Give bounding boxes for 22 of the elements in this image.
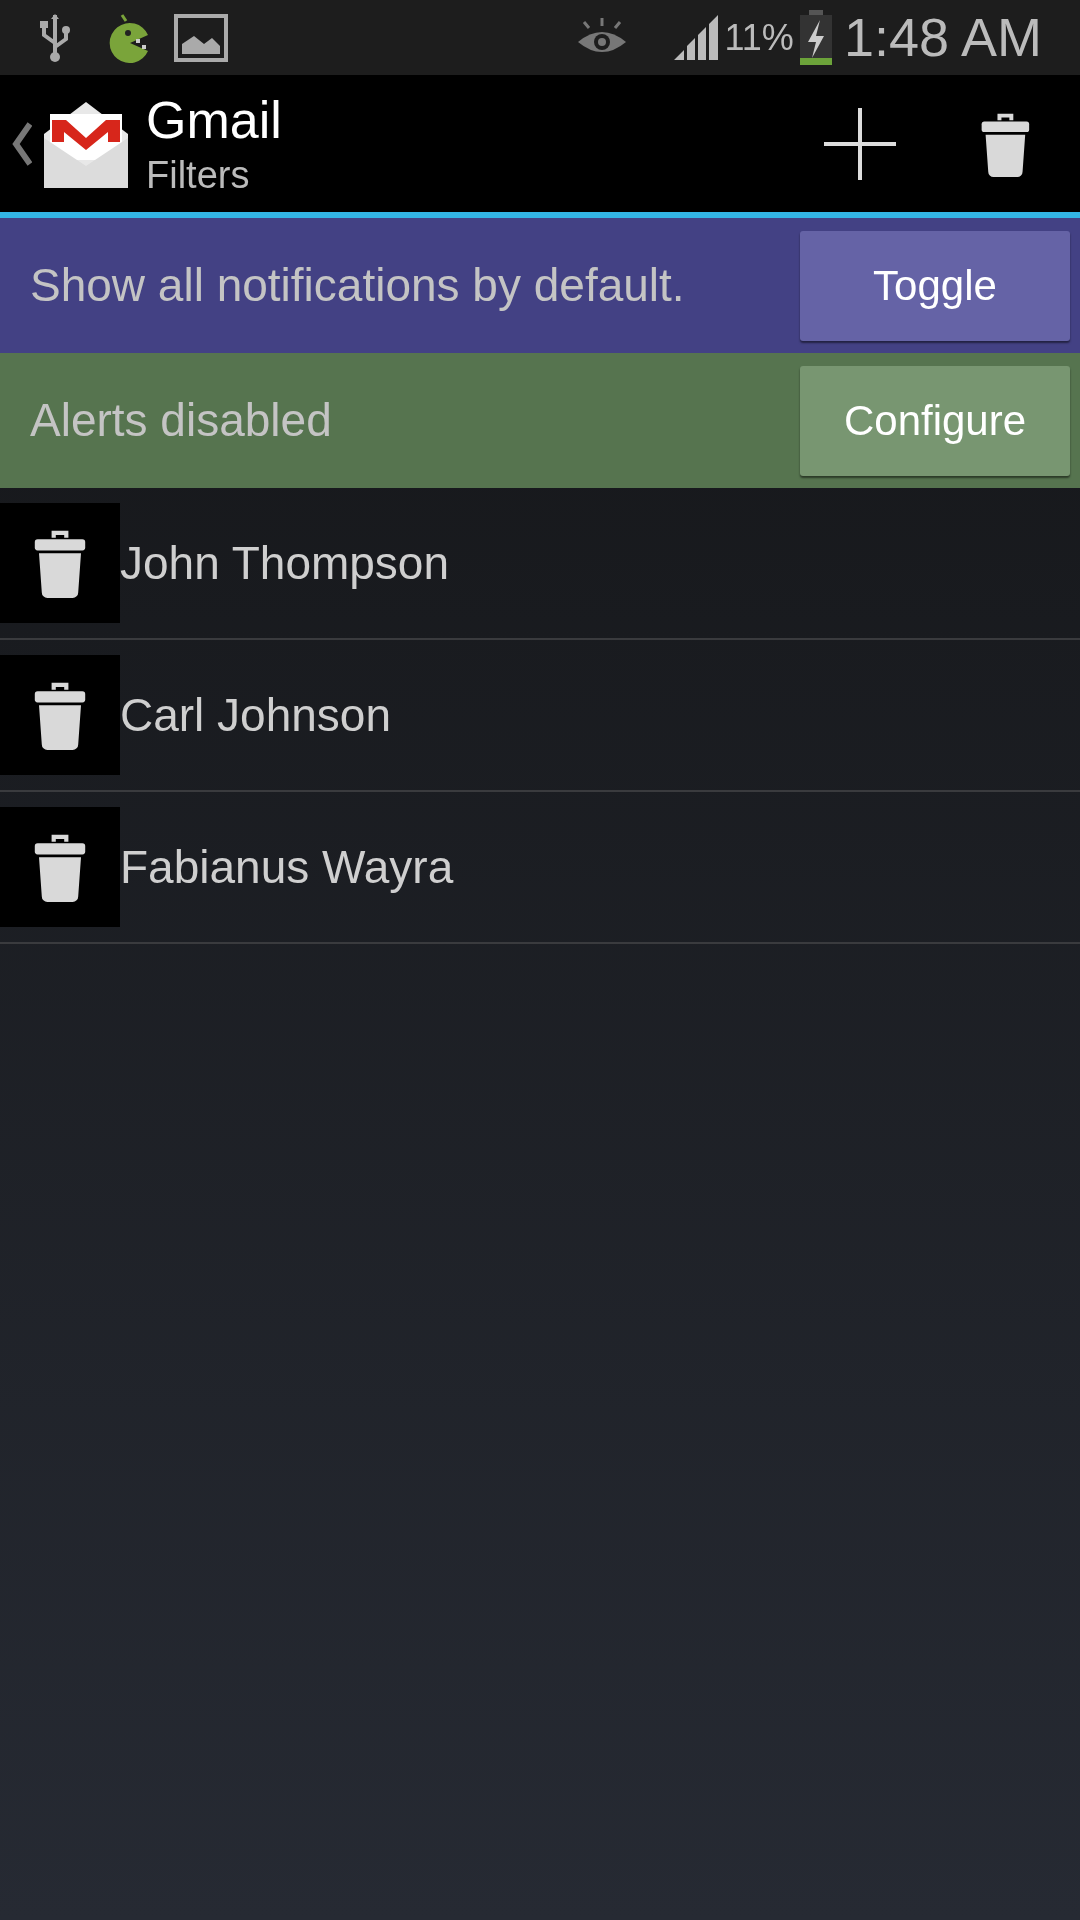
usb-icon	[38, 12, 72, 63]
banner-button[interactable]: Toggle	[800, 230, 1070, 341]
filter-name[interactable]: John Thompson	[120, 528, 450, 598]
back-chevron-icon[interactable]	[12, 121, 32, 166]
screen-subtitle: Filters	[146, 155, 251, 194]
trash-icon	[32, 680, 88, 750]
delete-filter-button[interactable]	[0, 655, 120, 775]
banner-text: Show all notifications by default.	[30, 258, 685, 313]
image-icon	[174, 13, 228, 62]
clock-time: 1:48 AM	[843, 6, 1042, 69]
delete-filter-button[interactable]	[0, 503, 120, 623]
app-title: Gmail	[146, 93, 282, 146]
delete-filter-button[interactable]	[0, 807, 120, 927]
signal-icon	[672, 13, 721, 62]
trash-icon	[32, 832, 88, 902]
battery-percent: 11%	[724, 15, 794, 60]
filter-name[interactable]: Carl Johnson	[120, 680, 392, 750]
filter-name[interactable]: Fabianus Wayra	[120, 832, 454, 902]
trash-icon	[32, 528, 88, 598]
add-icon	[824, 107, 896, 180]
battery-charging-icon	[797, 9, 834, 66]
banner-text: Alerts disabled	[30, 393, 332, 448]
